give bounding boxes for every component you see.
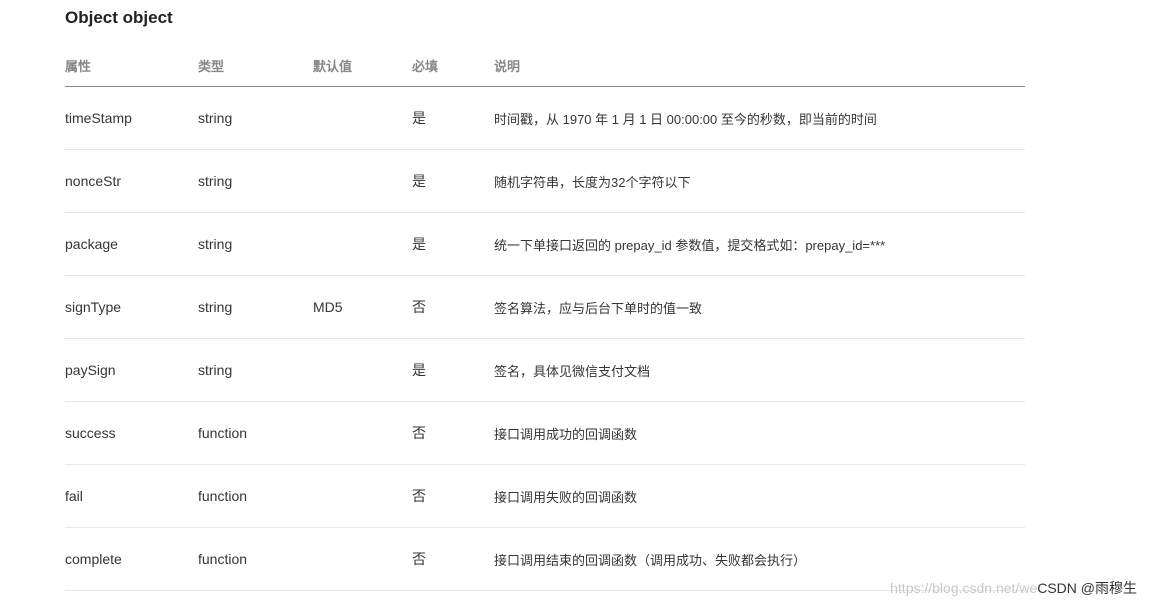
cell-property: nonceStr (65, 149, 198, 213)
cell-type: string (198, 338, 313, 402)
cell-property: success (65, 401, 198, 465)
header-description: 说明 (494, 44, 1025, 87)
section-title: Object object (65, 8, 173, 27)
cell-description: 时间戳，从 1970 年 1 月 1 日 00:00:00 至今的秒数，即当前的… (494, 86, 1025, 150)
cell-default (313, 149, 412, 213)
cell-default (313, 86, 412, 150)
cell-required: 否 (412, 401, 494, 465)
cell-required: 是 (412, 149, 494, 213)
cell-property: package (65, 212, 198, 276)
cell-description: 接口调用失败的回调函数 (494, 464, 1025, 528)
cell-required: 是 (412, 338, 494, 402)
cell-property: timeStamp (65, 86, 198, 150)
cell-description: 接口调用成功的回调函数 (494, 401, 1025, 465)
cell-type: function (198, 527, 313, 591)
cell-description: 统一下单接口返回的 prepay_id 参数值，提交格式如：prepay_id=… (494, 212, 1025, 276)
table-row: complete function 否 接口调用结束的回调函数（调用成功、失败都… (65, 527, 1025, 591)
header-required: 必填 (412, 44, 494, 87)
cell-property: signType (65, 275, 198, 339)
header-property: 属性 (65, 44, 198, 87)
csdn-watermark: https://blog.csdn.net/weCSDN @雨穆生 (890, 578, 1137, 598)
cell-default (313, 401, 412, 465)
params-table: 属性 类型 默认值 必填 说明 timeStamp string 是 时间戳，从… (65, 44, 1025, 591)
cell-required: 是 (412, 86, 494, 150)
cell-property: paySign (65, 338, 198, 402)
table-row: fail function 否 接口调用失败的回调函数 (65, 464, 1025, 528)
cell-default (313, 212, 412, 276)
cell-default (313, 527, 412, 591)
cell-required: 否 (412, 464, 494, 528)
table-row: nonceStr string 是 随机字符串，长度为32个字符以下 (65, 149, 1025, 213)
cell-type: string (198, 212, 313, 276)
cell-default (313, 338, 412, 402)
cell-type: string (198, 86, 313, 150)
table-row: paySign string 是 签名，具体见微信支付文档 (65, 338, 1025, 402)
header-type: 类型 (198, 44, 313, 87)
cell-required: 否 (412, 527, 494, 591)
watermark-brand: CSDN @雨穆生 (1037, 580, 1137, 596)
cell-type: string (198, 275, 313, 339)
header-default: 默认值 (313, 44, 412, 87)
cell-default (313, 464, 412, 528)
cell-required: 是 (412, 212, 494, 276)
watermark-url: https://blog.csdn.net/we (890, 580, 1038, 596)
cell-description: 签名，具体见微信支付文档 (494, 338, 1025, 402)
cell-description: 随机字符串，长度为32个字符以下 (494, 149, 1025, 213)
cell-type: string (198, 149, 313, 213)
cell-type: function (198, 401, 313, 465)
cell-required: 否 (412, 275, 494, 339)
cell-description: 签名算法，应与后台下单时的值一致 (494, 275, 1025, 339)
cell-property: complete (65, 527, 198, 591)
table-header-row: 属性 类型 默认值 必填 说明 (65, 44, 1025, 87)
cell-default: MD5 (313, 275, 412, 339)
table-row: success function 否 接口调用成功的回调函数 (65, 401, 1025, 465)
cell-type: function (198, 464, 313, 528)
table-row: package string 是 统一下单接口返回的 prepay_id 参数值… (65, 212, 1025, 276)
table-row: signType string MD5 否 签名算法，应与后台下单时的值一致 (65, 275, 1025, 339)
cell-property: fail (65, 464, 198, 528)
table-row: timeStamp string 是 时间戳，从 1970 年 1 月 1 日 … (65, 86, 1025, 150)
